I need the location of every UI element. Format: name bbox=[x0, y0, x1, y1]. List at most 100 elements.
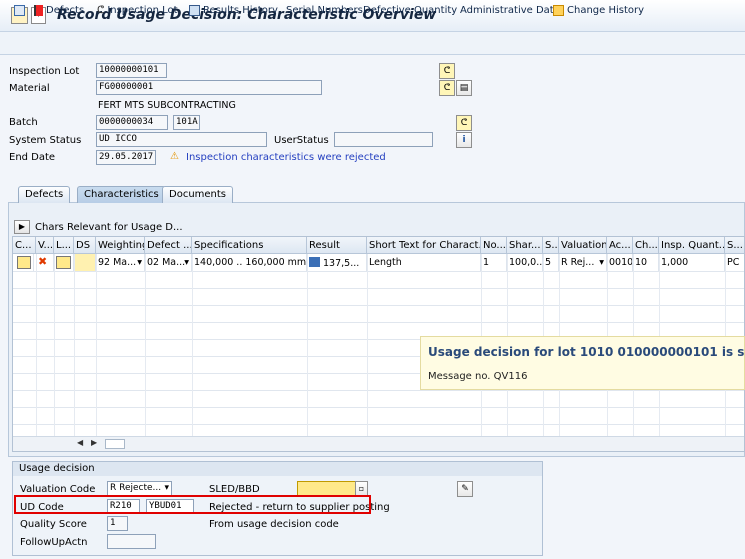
column-header[interactable]: Result bbox=[307, 237, 367, 254]
scroll-right-icon[interactable]: ▶ bbox=[91, 438, 97, 447]
long-text-icon bbox=[56, 256, 71, 269]
column-header[interactable]: S... bbox=[725, 237, 744, 254]
chars-relevant-button[interactable]: Chars Relevant for Usage D... bbox=[35, 222, 183, 233]
quality-score-description: From usage decision code bbox=[209, 519, 339, 530]
administrative-data-label: Administrative Data bbox=[460, 5, 560, 16]
column-header[interactable]: DS bbox=[74, 237, 96, 254]
batch-field[interactable]: 0000000034 bbox=[96, 115, 168, 130]
column-header[interactable]: Ch... bbox=[633, 237, 659, 254]
batch-plant-field[interactable]: 101A bbox=[173, 115, 200, 130]
administrative-data-button[interactable]: Administrative Data bbox=[460, 5, 560, 16]
message-text: Usage decision for lot 1010 010000000101… bbox=[428, 345, 745, 359]
ds-cell[interactable] bbox=[74, 254, 96, 271]
message-number: Message no. QV116 bbox=[428, 371, 528, 382]
column-header[interactable]: Specifications bbox=[192, 237, 307, 254]
defects-button[interactable]: Defects bbox=[34, 5, 84, 16]
highlight-box bbox=[14, 495, 371, 514]
document-icon bbox=[14, 5, 25, 16]
warning-message: Inspection characteristics were rejected bbox=[186, 152, 386, 163]
column-header[interactable]: C... bbox=[13, 237, 36, 254]
column-header[interactable]: Valuation bbox=[559, 237, 607, 254]
material-display-icon[interactable]: ᕦ bbox=[439, 80, 455, 96]
followup-label: FollowUpActn bbox=[20, 537, 88, 548]
lot-display-icon[interactable]: ᕦ bbox=[439, 63, 455, 79]
row-detail-button[interactable] bbox=[15, 254, 34, 271]
history-icon bbox=[189, 5, 200, 16]
column-header[interactable]: Weighting bbox=[96, 237, 145, 254]
chevron-down-icon[interactable]: ▾ bbox=[599, 257, 604, 268]
long-text-button[interactable] bbox=[54, 254, 74, 271]
change-history-icon bbox=[553, 5, 564, 16]
inspection-lot-field[interactable]: 10000000101 bbox=[96, 63, 167, 78]
chevron-down-icon[interactable]: ▾ bbox=[137, 257, 142, 268]
quality-score-label: Quality Score bbox=[20, 519, 87, 530]
valuation-cell[interactable]: R Rej... ▾ bbox=[559, 254, 607, 271]
end-date-field[interactable]: 29.05.2017 bbox=[96, 150, 156, 165]
chevron-down-icon[interactable]: ▾ bbox=[184, 257, 189, 268]
change-history-button[interactable]: Change History bbox=[553, 5, 644, 16]
system-status-field[interactable]: UD ICCO bbox=[96, 132, 267, 147]
inspection-lot-field-label: Inspection Lot bbox=[9, 66, 80, 77]
column-header[interactable]: Insp. Quant... bbox=[659, 237, 725, 254]
valuation-code-label: Valuation Code bbox=[20, 484, 96, 495]
warning-icon: ⚠ bbox=[170, 151, 179, 162]
defective-quantity-label: Defective Quantity bbox=[363, 5, 458, 16]
defective-quantity-button[interactable]: Defective Quantity bbox=[363, 5, 457, 16]
serial-numbers-label: Serial Numbers bbox=[286, 5, 363, 16]
column-header[interactable]: No... bbox=[481, 237, 507, 254]
edit-long-text-icon[interactable]: ✎ bbox=[457, 481, 473, 497]
results-history-label: Results History bbox=[203, 5, 278, 16]
tab-characteristics[interactable]: Characteristics bbox=[77, 186, 166, 203]
column-header[interactable]: Shar... bbox=[507, 237, 543, 254]
scroll-thumb[interactable] bbox=[105, 439, 125, 449]
share-cell: 100,0... bbox=[507, 254, 543, 271]
calendar-icon[interactable]: ▫ bbox=[355, 481, 368, 496]
column-header[interactable]: S.. bbox=[543, 237, 559, 254]
tab-defects[interactable]: Defects bbox=[18, 186, 71, 203]
usage-decision-title: Usage decision bbox=[13, 462, 542, 476]
serial-numbers-button[interactable]: Serial Numbers bbox=[286, 5, 363, 16]
valuation-code-select[interactable]: R Rejecte... ▾ bbox=[107, 481, 172, 496]
magnifier-icon bbox=[17, 256, 31, 269]
scroll-left-icon[interactable]: ◀ bbox=[77, 438, 83, 447]
followup-field[interactable] bbox=[107, 534, 156, 549]
s-cell: 5 bbox=[543, 254, 559, 271]
column-header[interactable]: Short Text for Charact... bbox=[367, 237, 481, 254]
result-entry-icon[interactable] bbox=[309, 257, 320, 267]
material-document-icon[interactable]: ▤ bbox=[456, 80, 472, 96]
valuation-value: R Rej... bbox=[561, 257, 595, 268]
quality-score-field[interactable]: 1 bbox=[107, 516, 128, 531]
sled-field[interactable] bbox=[297, 481, 356, 496]
inspection-lot-button[interactable]: ᕦ Inspection Lot bbox=[97, 5, 178, 16]
result-value: 137,5... bbox=[323, 258, 360, 269]
chevron-down-icon[interactable]: ▾ bbox=[164, 482, 169, 495]
play-icon[interactable]: ▶ bbox=[14, 220, 30, 234]
column-header[interactable]: L... bbox=[54, 237, 74, 254]
insp-quantity-cell: 1,000 bbox=[659, 254, 725, 271]
status-info-icon[interactable]: i bbox=[456, 132, 472, 148]
material-field[interactable]: FG00000001 bbox=[96, 80, 322, 95]
user-status-field[interactable] bbox=[334, 132, 433, 147]
defects-label: Defects bbox=[46, 5, 85, 16]
message-popup: Usage decision for lot 1010 010000000101… bbox=[420, 336, 745, 390]
weighting-cell[interactable]: 92 Ma... ▾ bbox=[96, 254, 145, 271]
change-history-label: Change History bbox=[567, 5, 645, 16]
tab-documents[interactable]: Documents bbox=[162, 186, 234, 203]
ac-cell: 0010 bbox=[607, 254, 633, 271]
flag-icon bbox=[34, 5, 43, 16]
end-date-label: End Date bbox=[9, 152, 56, 163]
defect-cell[interactable]: 02 Ma... ▾ bbox=[145, 254, 192, 271]
user-status-label: UserStatus bbox=[274, 135, 329, 146]
no-cell: 1 bbox=[481, 254, 507, 271]
material-field-label: Material bbox=[9, 83, 50, 94]
results-history-button[interactable]: Results History bbox=[189, 5, 278, 16]
column-header[interactable]: V... bbox=[36, 237, 54, 254]
overview-button[interactable] bbox=[14, 5, 25, 16]
column-header[interactable]: Defect ... bbox=[145, 237, 192, 254]
result-cell[interactable]: 137,5... bbox=[307, 254, 367, 271]
ch-cell: 10 bbox=[633, 254, 659, 271]
horizontal-scrollbar[interactable]: ◀ ▶ bbox=[13, 436, 744, 451]
batch-field-label: Batch bbox=[9, 117, 38, 128]
batch-display-icon[interactable]: ᕦ bbox=[456, 115, 472, 131]
column-header[interactable]: Ac... bbox=[607, 237, 633, 254]
